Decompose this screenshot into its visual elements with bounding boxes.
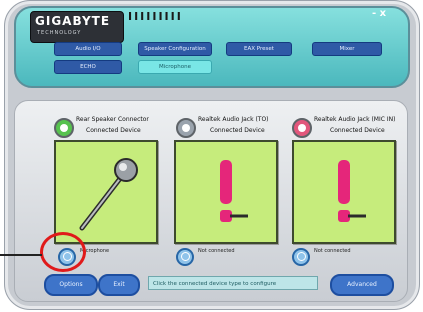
- exit-button[interactable]: Exit: [98, 274, 140, 296]
- window-title: IIIIIIIII: [128, 10, 183, 23]
- tab-microphone[interactable]: Microphone: [138, 60, 212, 74]
- device-card-empty-2[interactable]: [174, 140, 278, 244]
- tab-mixer[interactable]: Mixer: [312, 42, 382, 56]
- advanced-button[interactable]: Advanced: [330, 274, 394, 296]
- window-controls[interactable]: - x: [372, 8, 386, 19]
- options-button[interactable]: Options: [44, 274, 98, 296]
- tab-eax-preset[interactable]: EAX Preset: [226, 42, 292, 56]
- jack-subtitle-3: Connected Device: [330, 127, 385, 134]
- exclamation-icon: [220, 160, 248, 222]
- jack-subtitle-2: Connected Device: [210, 127, 265, 134]
- status-bar: Click the connected device type to confi…: [148, 276, 318, 290]
- select-device-button-2[interactable]: [176, 248, 194, 266]
- microphone-icon: [79, 158, 138, 231]
- device-label-2: Not connected: [198, 248, 235, 254]
- exclamation-icon: [338, 160, 366, 222]
- pointer-line: [0, 254, 42, 256]
- device-card-empty-3[interactable]: [292, 140, 396, 244]
- tab-speaker-config[interactable]: Speaker Configuration: [138, 42, 212, 56]
- jack-title-1: Rear Speaker Connector: [76, 116, 149, 123]
- device-label-3: Not connected: [314, 248, 351, 254]
- highlight-circle: [40, 232, 86, 272]
- gigabyte-logo: GIGABYTE TECHNOLOGY: [30, 11, 124, 43]
- jack-title-3: Realtek Audio Jack (MIC IN): [314, 116, 396, 123]
- tab-audio-io[interactable]: Audio I/O: [54, 42, 122, 56]
- device-card-microphone[interactable]: [54, 140, 158, 244]
- jack-icon-gray[interactable]: [176, 118, 196, 138]
- select-device-button-3[interactable]: [292, 248, 310, 266]
- top-panel: GIGABYTE TECHNOLOGY IIIIIIIII - x Audio …: [14, 6, 410, 88]
- jack-title-2: Realtek Audio Jack (TO): [198, 116, 269, 123]
- jack-icon-green[interactable]: [54, 118, 74, 138]
- jack-subtitle-1: Connected Device: [86, 127, 141, 134]
- tab-echo[interactable]: ECHO: [54, 60, 122, 74]
- jack-icon-pink[interactable]: [292, 118, 312, 138]
